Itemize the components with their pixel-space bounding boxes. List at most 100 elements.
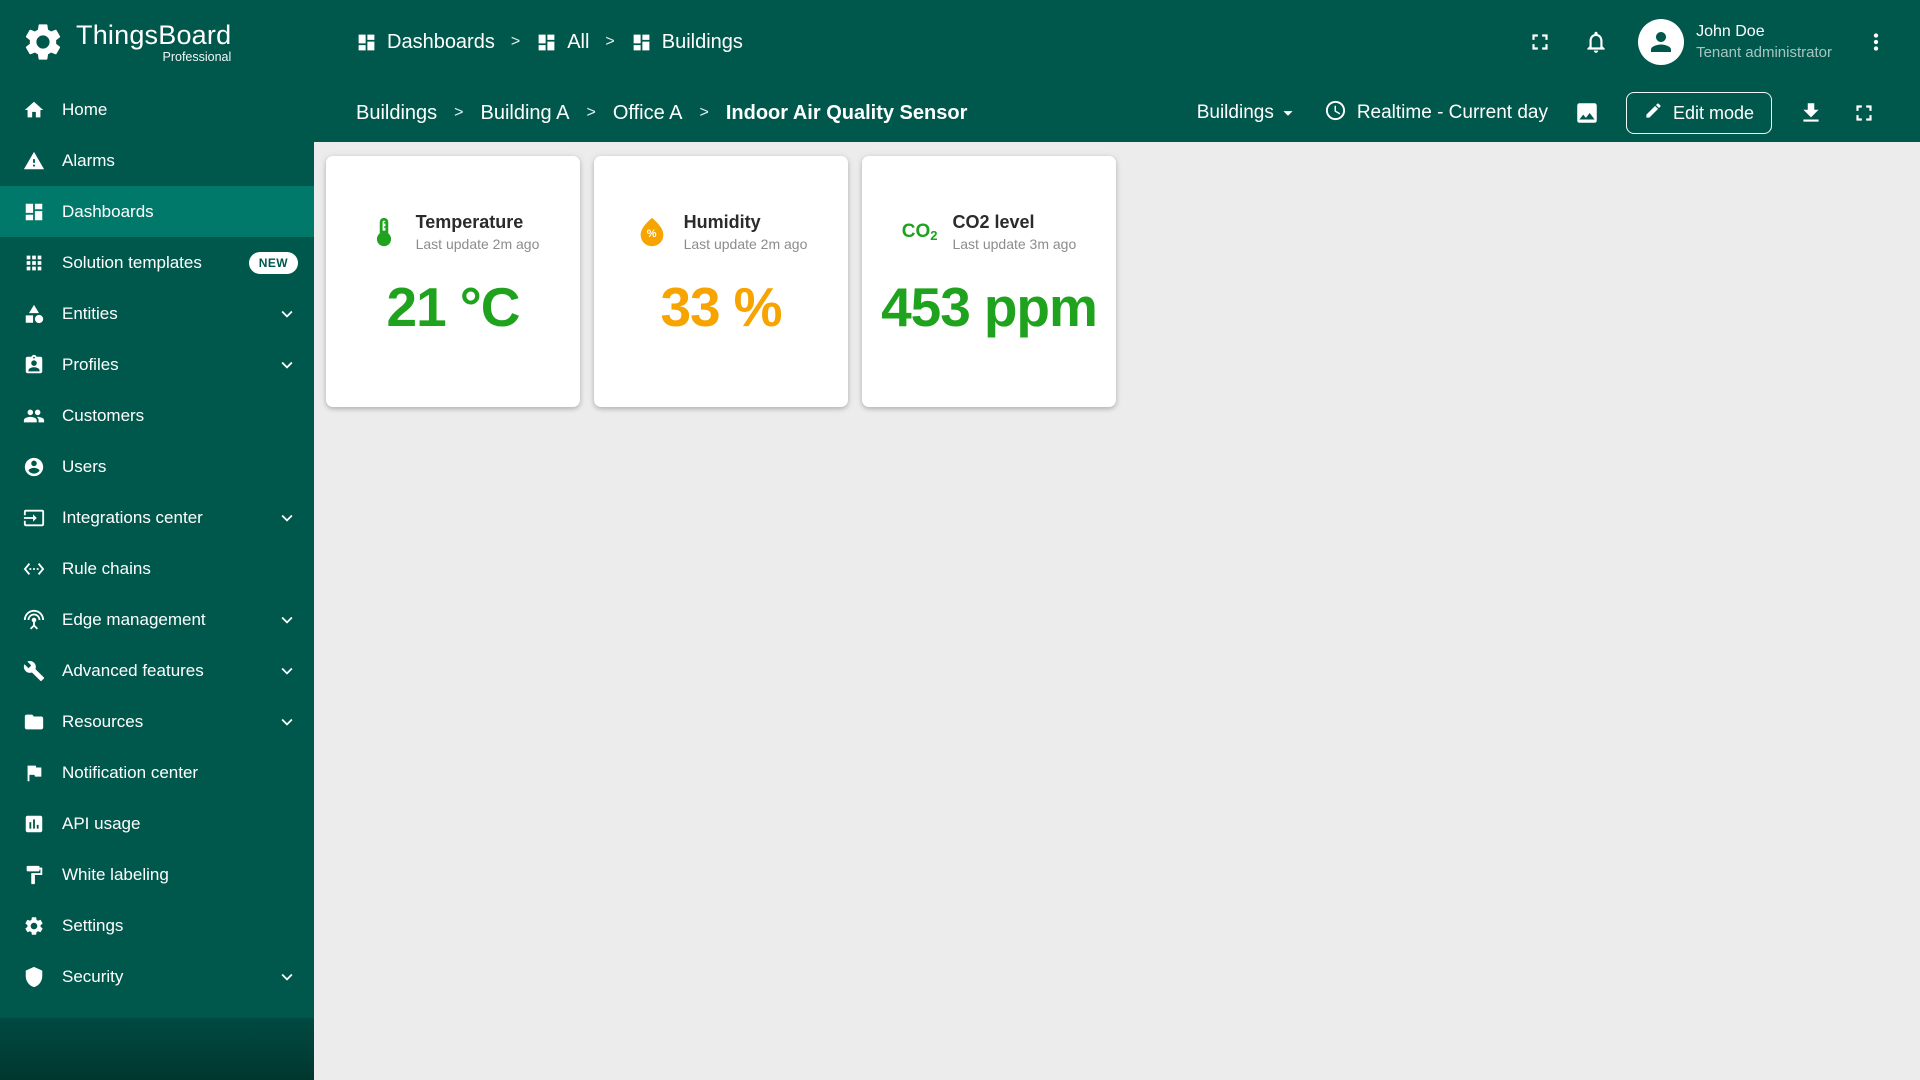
sidebar-item-resources[interactable]: Resources <box>0 696 314 747</box>
temperature-value: 21 °C <box>326 280 580 335</box>
settings-icon <box>22 914 46 938</box>
brand-text: ThingsBoard Professional <box>76 20 231 64</box>
dashboard-state-select[interactable]: Buildings <box>1197 102 1299 124</box>
chevron-down-icon[interactable] <box>276 609 298 631</box>
edit-mode-label: Edit mode <box>1672 102 1754 123</box>
user-info: John Doe Tenant administrator <box>1696 22 1832 62</box>
value-number: 33 <box>660 276 720 338</box>
chevron-down-icon[interactable] <box>276 354 298 376</box>
sidebar-item-settings[interactable]: Settings <box>0 900 314 951</box>
humidity-widget[interactable]: % Humidity Last update 2m ago 33 % <box>594 156 848 407</box>
user-role: Tenant administrator <box>1696 43 1832 61</box>
sidebar-item-label: Profiles <box>62 354 119 374</box>
widget-header: CO 2 CO2 level Last update 3m ago <box>862 212 1116 252</box>
sidebar-item-label: Rule chains <box>62 558 151 578</box>
sidebar-item-label: Solution templates <box>62 252 202 272</box>
state-select-label: Buildings <box>1196 102 1274 123</box>
edit-mode-button[interactable]: Edit mode <box>1625 92 1772 134</box>
sidebar-footer <box>0 1018 314 1080</box>
advanced-features-icon <box>22 659 46 683</box>
breadcrumb-label: Buildings <box>661 30 743 53</box>
sidebar-item-rule-chains[interactable]: Rule chains <box>0 543 314 594</box>
sidebar-item-entities[interactable]: Entities <box>0 288 314 339</box>
dashboard-crumb-building-a[interactable]: Building A <box>481 102 570 125</box>
user-menu[interactable]: John Doe Tenant administrator <box>1638 19 1832 65</box>
sidebar-item-alarms[interactable]: Alarms <box>0 135 314 186</box>
sidebar-item-label: Home <box>62 99 108 119</box>
breadcrumb: Dashboards > All > Buildings <box>356 31 1526 54</box>
sidebar-item-white-labeling[interactable]: White labeling <box>0 849 314 900</box>
breadcrumb-separator: > <box>605 33 615 50</box>
sidebar-item-api-usage[interactable]: API usage <box>0 798 314 849</box>
alarm-warning-icon <box>22 149 46 173</box>
fullscreen-icon[interactable] <box>1850 99 1878 127</box>
breadcrumb-all[interactable]: All <box>536 31 589 54</box>
sidebar-item-advanced-features[interactable]: Advanced features <box>0 645 314 696</box>
chevron-down-icon[interactable] <box>276 966 298 988</box>
widget-head-text: Temperature Last update 2m ago <box>416 212 540 252</box>
brand-logo[interactable]: ThingsBoard Professional <box>0 0 314 84</box>
solution-templates-icon <box>22 251 46 275</box>
widget-title: Humidity <box>683 212 761 232</box>
co2-text-icon: CO 2 <box>901 221 938 243</box>
integrations-icon <box>22 506 46 530</box>
dashboard-crumb-office-a[interactable]: Office A <box>613 102 683 125</box>
co2-widget[interactable]: CO 2 CO2 level Last update 3m ago 453 pp… <box>862 156 1116 407</box>
sidebar-item-label: Security <box>62 966 124 986</box>
sidebar-item-label: Customers <box>62 405 145 425</box>
widget-head-text: CO2 level Last update 3m ago <box>952 212 1076 252</box>
breadcrumb-buildings[interactable]: Buildings <box>631 31 743 54</box>
rule-chains-icon <box>22 557 46 581</box>
chevron-down-icon[interactable] <box>276 660 298 682</box>
value-number: 21 <box>386 276 447 338</box>
breadcrumb-separator: > <box>586 104 596 121</box>
sidebar-item-integrations-center[interactable]: Integrations center <box>0 492 314 543</box>
sidebar-item-solution-templates[interactable]: Solution templates NEW <box>0 237 314 288</box>
dashboard-content: Temperature Last update 2m ago 21 °C % H… <box>314 142 1920 1080</box>
chevron-down-icon[interactable] <box>276 711 298 733</box>
sidebar-item-label: API usage <box>62 813 141 833</box>
breadcrumb-separator: > <box>510 33 521 50</box>
dashboard-toolbar: Buildings > Building A > Office A > Indo… <box>314 84 1920 142</box>
download-icon[interactable] <box>1797 99 1825 127</box>
humidity-value: 33 % <box>594 280 848 335</box>
breadcrumb-label: Dashboards <box>387 30 495 53</box>
brand-edition: Professional <box>162 50 232 64</box>
sidebar-item-profiles[interactable]: Profiles <box>0 339 314 390</box>
sidebar-item-users[interactable]: Users <box>0 441 314 492</box>
fullscreen-icon[interactable] <box>1526 28 1554 56</box>
breadcrumb-separator: > <box>699 104 709 121</box>
chevron-down-icon[interactable] <box>276 303 298 325</box>
api-usage-icon <box>22 812 46 836</box>
sidebar-item-security[interactable]: Security <box>0 951 314 1002</box>
kebab-menu-icon[interactable] <box>1862 28 1890 56</box>
sidebar-item-customers[interactable]: Customers <box>0 390 314 441</box>
value-unit: ppm <box>983 276 1098 338</box>
sidebar-item-label: Edge management <box>62 609 206 629</box>
dashboards-icon <box>536 32 557 53</box>
widget-title: CO2 level <box>952 212 1035 232</box>
sidebar-item-dashboards[interactable]: Dashboards <box>0 186 314 237</box>
sidebar-item-edge-management[interactable]: Edge management <box>0 594 314 645</box>
users-icon <box>22 455 46 479</box>
sidebar-item-home[interactable]: Home <box>0 84 314 135</box>
dashboard-crumb-buildings[interactable]: Buildings <box>356 102 437 125</box>
value-unit: % <box>733 276 783 338</box>
temperature-widget[interactable]: Temperature Last update 2m ago 21 °C <box>326 156 580 407</box>
notifications-bell-icon[interactable] <box>1582 28 1610 56</box>
avatar[interactable] <box>1638 19 1685 65</box>
topbar-actions: John Doe Tenant administrator <box>1526 19 1890 65</box>
sidebar-item-label: Alarms <box>62 150 115 170</box>
sidebar-item-label: Dashboards <box>62 201 154 221</box>
water-drop-icon: % <box>635 215 669 249</box>
chevron-down-icon[interactable] <box>276 507 298 529</box>
timewindow-button[interactable]: Realtime - Current day <box>1324 99 1548 128</box>
image-icon[interactable] <box>1573 99 1601 127</box>
white-labeling-icon <box>22 863 46 887</box>
sidebar-item-notification-center[interactable]: Notification center <box>0 747 314 798</box>
sidebar: ThingsBoard Professional Home Alarms Das… <box>0 0 314 1080</box>
topbar: Dashboards > All > Buildings John Doe Te… <box>314 0 1920 84</box>
clock-icon <box>1324 99 1347 128</box>
breadcrumb-dashboards[interactable]: Dashboards <box>356 31 495 54</box>
dashboards-icon <box>631 32 652 53</box>
